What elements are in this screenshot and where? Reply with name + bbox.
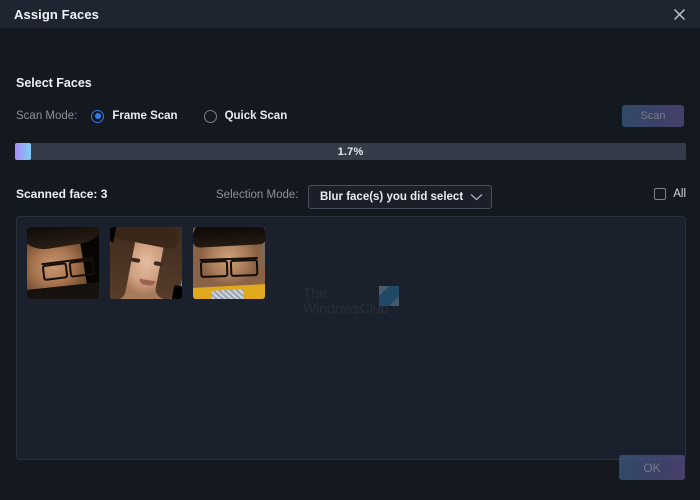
dialog-titlebar: Assign Faces [0,0,700,28]
scanned-face-count: Scanned face: 3 [16,187,108,201]
face-image-1 [27,227,99,299]
section-heading: Select Faces [16,76,92,90]
scan-button[interactable]: Scan [622,105,684,127]
scan-progress-bar: 1.7% [15,143,686,160]
face-thumbnail-3[interactable] [193,227,265,299]
radio-frame-scan[interactable]: Frame Scan [91,109,178,123]
radio-frame-scan-label: Frame Scan [112,110,178,122]
scan-mode-label: Scan Mode: [16,110,78,122]
face-thumbnail-2[interactable] [110,227,182,299]
faces-strip [27,227,675,299]
select-all-label: All [673,188,686,200]
progress-percent-label: 1.7% [337,145,364,158]
radio-frame-scan-indicator[interactable] [91,109,105,123]
radio-quick-scan[interactable]: Quick Scan [203,109,288,123]
selection-mode-label: Selection Mode: [216,189,299,201]
scan-mode-row: Scan Mode: Frame Scan Quick Scan [16,107,313,125]
ok-button[interactable]: OK [619,455,685,480]
chevron-down-icon [470,188,483,206]
selection-mode-value: Blur face(s) you did select [320,191,464,203]
radio-quick-scan-indicator[interactable] [203,109,217,123]
select-all-checkbox[interactable]: All [654,188,686,200]
dialog-title: Assign Faces [14,6,100,22]
face-image-2 [110,227,182,299]
selection-mode-dropdown[interactable]: Blur face(s) you did select [308,185,492,209]
dialog-body: Select Faces Scan Mode: Frame Scan Quick… [0,28,700,500]
faces-panel [16,216,686,460]
face-thumbnail-1[interactable] [27,227,99,299]
assign-faces-dialog: Assign Faces Select Faces Scan Mode: Fra… [0,0,700,500]
scanned-faces-row: Scanned face: 3 Selection Mode: Blur fac… [0,185,700,209]
radio-quick-scan-label: Quick Scan [224,110,288,122]
select-all-checkbox-box[interactable] [654,188,667,200]
face-image-3 [193,227,265,299]
close-button[interactable] [658,0,700,28]
close-icon [673,8,686,21]
